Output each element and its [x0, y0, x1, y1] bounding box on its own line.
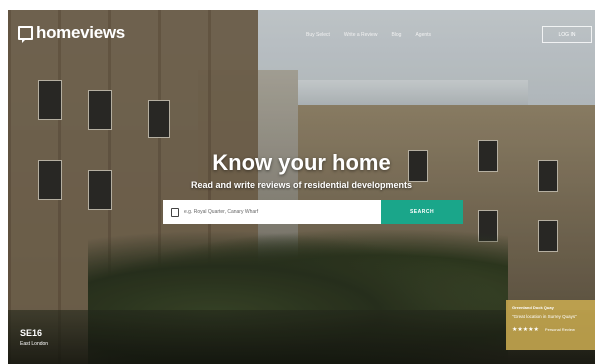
login-button[interactable]: LOG IN [542, 26, 592, 43]
page-title: Know your home [8, 150, 595, 176]
search-box[interactable] [163, 200, 381, 224]
review-card[interactable]: Greenland Dock Quay "Great location in S… [506, 300, 595, 350]
review-footer: ★★★★★ Personal Review [512, 326, 592, 333]
nav-blog[interactable]: Blog [391, 32, 401, 38]
nav-agents[interactable]: Agents [415, 32, 431, 38]
location-label: SE16 East London [20, 328, 48, 347]
star-rating-icon: ★★★★★ [512, 327, 539, 333]
top-nav: Buy Select Write a Review Blog Agents [306, 32, 431, 38]
page-subtitle: Read and write reviews of residential de… [190, 180, 413, 190]
title-rest: your home [272, 150, 391, 175]
review-text: "Great location in Surrey Quays" [512, 314, 577, 319]
location-area: East London [20, 341, 49, 347]
building-icon [171, 207, 179, 217]
review-heading: Greenland Dock Quay [512, 305, 554, 310]
logo[interactable]: homeviews [18, 23, 125, 43]
search-bar: SEARCH [163, 200, 463, 224]
review-author: Personal Review [544, 327, 575, 332]
search-input[interactable] [184, 209, 364, 215]
title-bold: Know [212, 150, 273, 175]
location-code: SE16 [20, 328, 43, 338]
speech-bubble-icon [18, 26, 33, 43]
hero-background: homeviews Buy Select Write a Review Blog… [8, 10, 595, 364]
nav-write-review[interactable]: Write a Review [344, 32, 378, 38]
search-button[interactable]: SEARCH [381, 200, 463, 224]
nav-buy-select[interactable]: Buy Select [306, 32, 330, 38]
logo-text: homeviews [36, 23, 125, 42]
